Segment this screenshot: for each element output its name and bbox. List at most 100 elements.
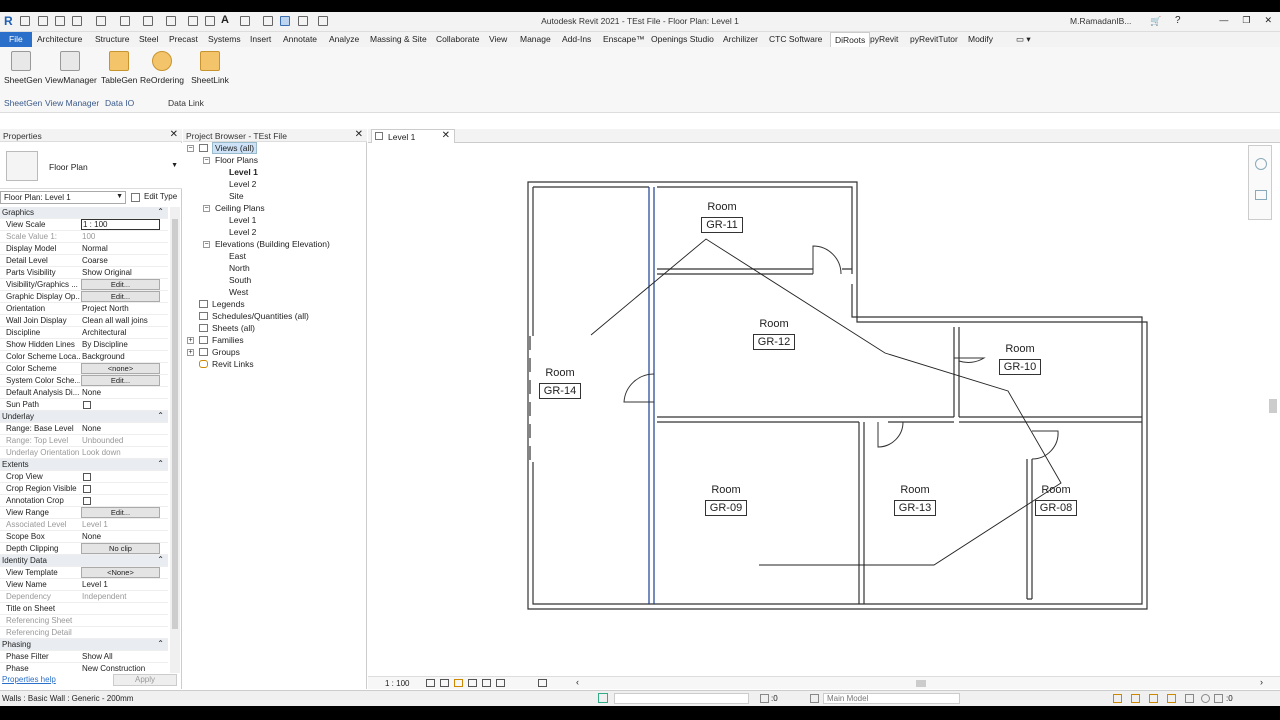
tab-archilizer[interactable]: Archilizer	[723, 34, 758, 44]
editable-only-icon[interactable]	[760, 694, 769, 703]
tab-insert[interactable]: Insert	[250, 34, 271, 44]
property-checkbox[interactable]	[83, 485, 91, 493]
tree-node[interactable]: South	[229, 275, 251, 285]
tab-file[interactable]: File	[0, 32, 32, 47]
room-tag[interactable]: Room GR-11	[692, 201, 752, 233]
property-checkbox[interactable]	[83, 497, 91, 505]
property-value[interactable]: Architectural	[82, 328, 160, 337]
property-button[interactable]: Edit...	[81, 375, 160, 386]
horizontal-scroll-thumb[interactable]	[916, 680, 926, 687]
shadows-icon[interactable]	[468, 679, 477, 687]
show-crop-icon[interactable]	[496, 679, 505, 687]
property-button[interactable]: Edit...	[81, 507, 160, 518]
tab-pyrevit[interactable]: pyRevit	[870, 34, 898, 44]
property-group[interactable]: Phasing ⌃	[0, 639, 168, 651]
tab-architecture[interactable]: Architecture	[37, 34, 82, 44]
property-value[interactable]: None	[82, 388, 160, 397]
property-value[interactable]: Background	[82, 352, 160, 361]
property-group[interactable]: Extents ⌃	[0, 459, 168, 471]
scroll-left-icon[interactable]: ‹	[576, 677, 579, 687]
collapse-icon[interactable]: ⌃	[157, 459, 164, 468]
collapse-icon[interactable]: ⌃	[157, 207, 164, 216]
tablegen-button[interactable]: TableGen	[101, 51, 137, 85]
property-value[interactable]: By Discipline	[82, 340, 160, 349]
apply-button[interactable]: Apply	[113, 674, 177, 686]
instance-filter-select[interactable]: Floor Plan: Level 1 ▼	[0, 191, 126, 204]
tab-structure[interactable]: Structure	[95, 34, 130, 44]
tree-node[interactable]: −Schedules/Quantities (all)	[199, 311, 309, 321]
reordering-button[interactable]: ReOrdering	[140, 51, 184, 85]
select-pinned-icon[interactable]	[1149, 694, 1158, 703]
property-button[interactable]: Edit...	[81, 291, 160, 302]
help-icon[interactable]: ?	[1175, 15, 1181, 26]
tab-analyze[interactable]: Analyze	[329, 34, 359, 44]
tree-node[interactable]: Level 1	[229, 215, 256, 225]
tree-node[interactable]: Level 2	[229, 179, 256, 189]
tab-add-ins[interactable]: Add-Ins	[562, 34, 591, 44]
select-links-icon[interactable]	[1113, 694, 1122, 703]
ribbon-minimize-icon[interactable]: ▭ ▾	[1016, 34, 1031, 45]
collapse-icon[interactable]: ⌃	[157, 555, 164, 564]
tree-node[interactable]: + Families	[187, 335, 244, 345]
expand-icon[interactable]: +	[187, 349, 194, 356]
design-option-select[interactable]: Main Model	[823, 693, 960, 704]
tab-massing-site[interactable]: Massing & Site	[370, 34, 427, 44]
property-value[interactable]: 1 : 100	[81, 219, 160, 230]
property-value[interactable]: Project North	[82, 304, 160, 313]
sheetlink-button[interactable]: SheetLink	[191, 51, 229, 85]
tab-systems[interactable]: Systems	[208, 34, 241, 44]
collapse-icon[interactable]: ⌃	[157, 639, 164, 648]
property-button[interactable]: Edit...	[81, 279, 160, 290]
tab-steel[interactable]: Steel	[139, 34, 158, 44]
crop-view-icon[interactable]	[482, 679, 491, 687]
reveal-hidden-icon[interactable]	[538, 679, 547, 687]
filter-icon[interactable]	[1214, 694, 1223, 703]
tab-level-1[interactable]: Level 1 ✕	[371, 129, 455, 143]
expand-icon[interactable]: −	[203, 157, 210, 164]
tree-node[interactable]: Site	[229, 191, 244, 201]
tree-node[interactable]: − Elevations (Building Elevation)	[203, 239, 330, 249]
select-by-face-icon[interactable]	[1167, 694, 1176, 703]
view-scale[interactable]: 1 : 100	[385, 679, 409, 688]
workset-select[interactable]	[614, 693, 749, 704]
tab-ctc-software[interactable]: CTC Software	[769, 34, 822, 44]
drag-elements-icon[interactable]	[1185, 694, 1194, 703]
tab-view[interactable]: View	[489, 34, 507, 44]
tree-node[interactable]: West	[229, 287, 248, 297]
close-icon[interactable]: ✕	[1264, 15, 1272, 26]
tree-node[interactable]: −Revit Links	[199, 359, 254, 369]
tab-manage[interactable]: Manage	[520, 34, 551, 44]
type-selector[interactable]: Floor Plan ▼	[0, 143, 182, 189]
expand-icon[interactable]: −	[203, 241, 210, 248]
properties-scrollbar[interactable]	[170, 207, 180, 673]
property-value[interactable]: None	[82, 424, 160, 433]
expand-icon[interactable]: −	[203, 205, 210, 212]
expand-icon[interactable]: −	[187, 145, 194, 152]
room-tag[interactable]: Room GR-12	[744, 318, 804, 350]
visual-style-icon[interactable]	[440, 679, 449, 687]
room-tag[interactable]: Room GR-10	[990, 343, 1050, 375]
property-group[interactable]: Graphics ⌃	[0, 207, 168, 219]
scrollbar-thumb[interactable]	[172, 219, 178, 629]
tab-openings-studio[interactable]: Openings Studio	[651, 34, 714, 44]
sheetgen-button[interactable]: SheetGen	[4, 51, 42, 85]
tree-node[interactable]: East	[229, 251, 246, 261]
tab-precast[interactable]: Precast	[169, 34, 198, 44]
property-value[interactable]: Clean all wall joins	[82, 316, 160, 325]
viewmanager-button[interactable]: ViewManager	[45, 51, 97, 85]
tab-diroots[interactable]: DiRoots	[830, 32, 871, 47]
expand-icon[interactable]: +	[187, 337, 194, 344]
property-group[interactable]: Identity Data ⌃	[0, 555, 168, 567]
property-value[interactable]: Coarse	[82, 256, 160, 265]
close-icon[interactable]: ✕	[442, 130, 450, 141]
sun-path-icon[interactable]	[454, 679, 463, 687]
room-tag[interactable]: Room GR-08	[1026, 484, 1086, 516]
property-value[interactable]: Show Original	[82, 268, 160, 277]
tree-node[interactable]: − Views (all)	[187, 142, 258, 154]
design-options-icon[interactable]	[810, 694, 819, 703]
tree-node[interactable]: Level 1	[229, 167, 258, 177]
close-icon[interactable]: ✕	[170, 129, 178, 140]
restore-icon[interactable]: ❐	[1242, 15, 1250, 26]
property-value[interactable]: Normal	[82, 244, 160, 253]
tree-node[interactable]: − Floor Plans	[203, 155, 258, 165]
